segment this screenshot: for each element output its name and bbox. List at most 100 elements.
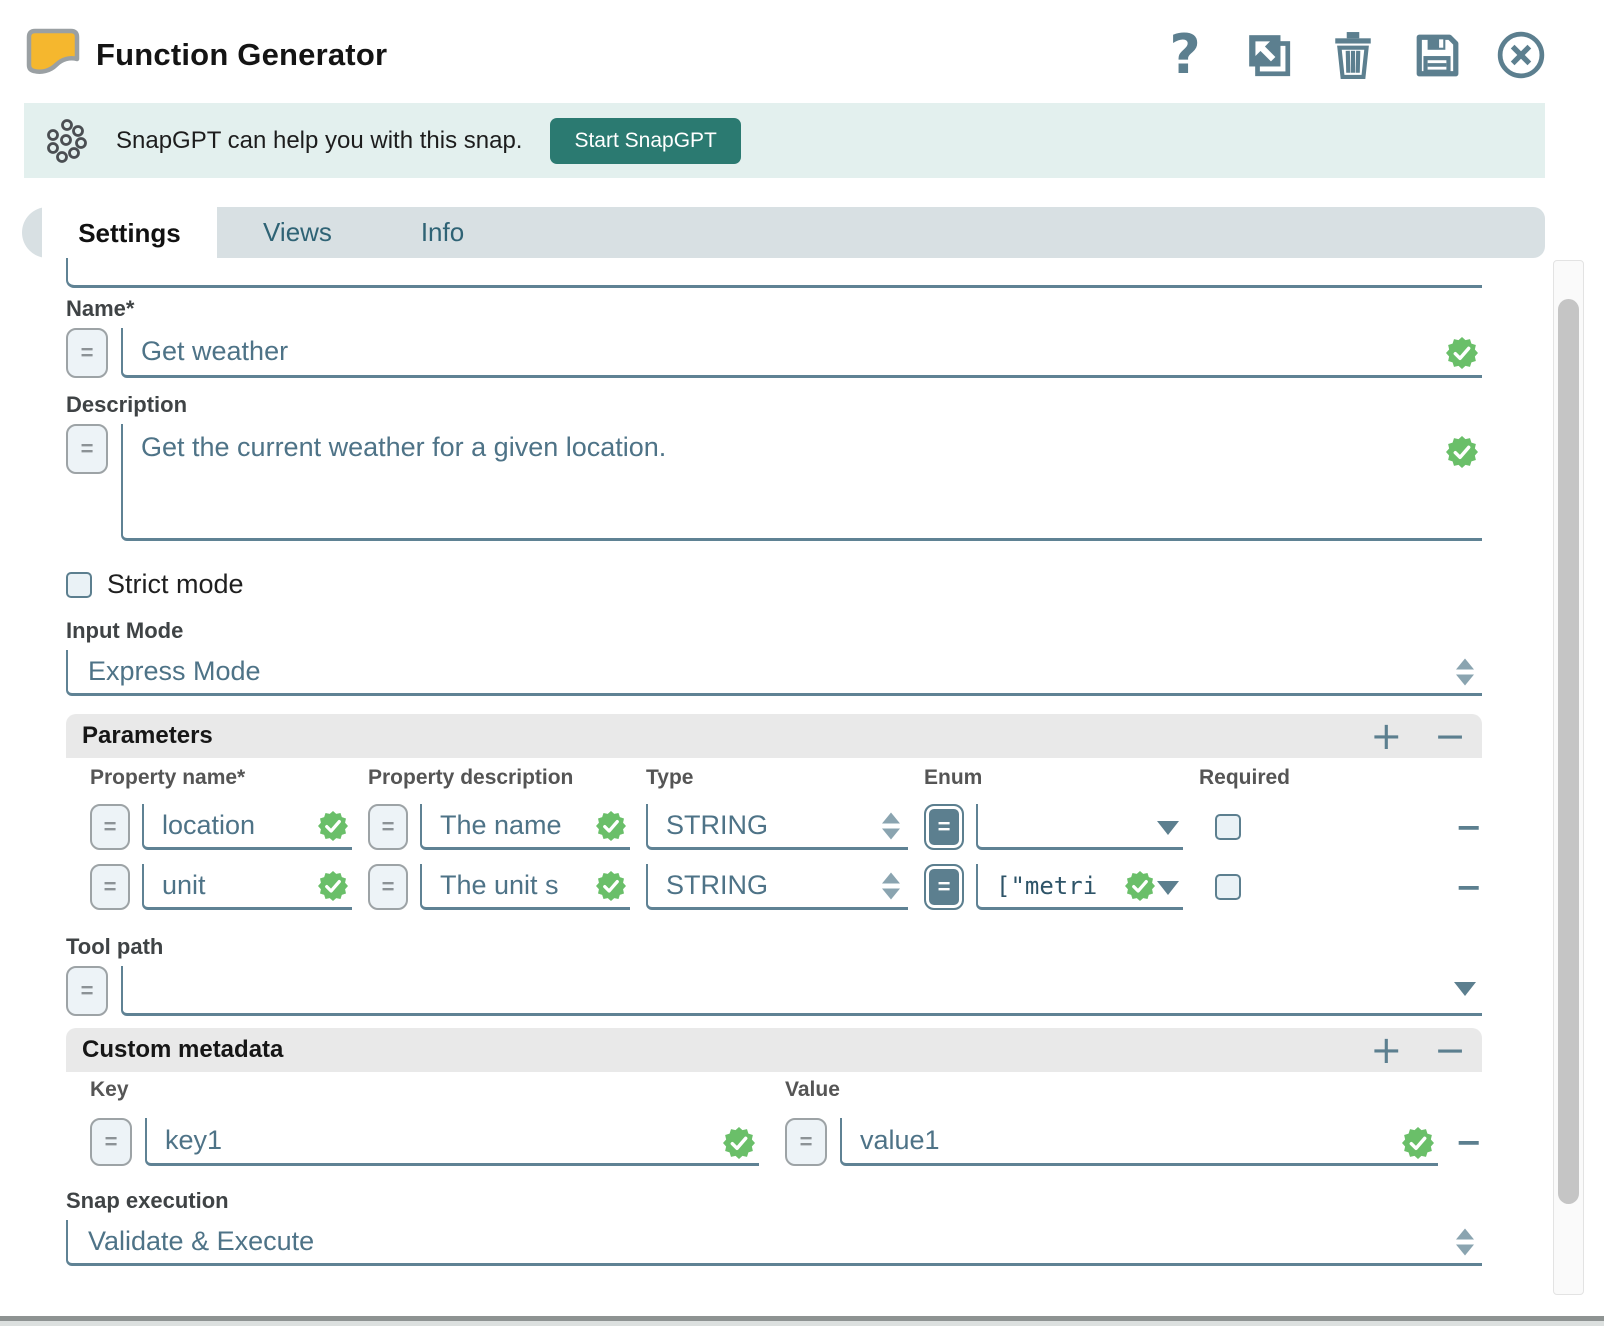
snap-execution-select[interactable]: Validate & Execute: [66, 1220, 1482, 1266]
custom-metadata-title: Custom metadata: [82, 1036, 283, 1064]
snap-icon: [24, 26, 82, 84]
param2-desc-input[interactable]: The unit s: [420, 864, 630, 910]
param2-required-checkbox[interactable]: [1215, 874, 1241, 900]
param2-delete-row-icon[interactable]: −: [1455, 871, 1482, 903]
tab-settings[interactable]: Settings: [42, 207, 217, 260]
metadata-value-expression-toggle[interactable]: =: [785, 1118, 827, 1166]
param2-desc-expression-toggle[interactable]: =: [368, 864, 408, 910]
scrollbar-thumb[interactable]: [1558, 299, 1579, 1204]
settings-form: Name* = Get weather Description = Get th…: [66, 258, 1482, 1266]
select-spinner-icon: [882, 812, 900, 839]
parameters-section-header: Parameters + −: [66, 714, 1482, 758]
param2-name-expression-toggle[interactable]: =: [90, 864, 130, 910]
param2-type-select[interactable]: STRING: [646, 864, 908, 910]
description-row: = Get the current weather for a given lo…: [66, 424, 1482, 541]
col-key: Key: [90, 1078, 759, 1102]
custom-metadata-section-header: Custom metadata + −: [66, 1028, 1482, 1072]
metadata-delete-row-icon[interactable]: −: [1455, 1126, 1482, 1158]
tool-path-label: Tool path: [66, 934, 1482, 960]
param1-name-input[interactable]: location: [142, 804, 352, 850]
parameters-column-headers: Property name* Property description Type…: [66, 766, 1482, 790]
parameters-add-icon[interactable]: +: [1370, 717, 1402, 755]
parameter-row: = unit = The unit s STRING: [66, 864, 1482, 910]
custom-metadata-add-icon[interactable]: +: [1370, 1031, 1402, 1069]
col-property-description: Property description: [368, 766, 646, 790]
name-valid-icon: [1446, 337, 1478, 369]
dialog-title: Function Generator: [96, 37, 387, 73]
close-icon[interactable]: [1497, 31, 1545, 79]
custom-metadata-column-headers: Key Value: [66, 1078, 1482, 1102]
name-label: Name*: [66, 296, 1482, 322]
description-valid-icon: [1446, 436, 1478, 468]
description-input[interactable]: Get the current weather for a given loca…: [121, 424, 1482, 541]
parameters-remove-icon[interactable]: −: [1434, 717, 1466, 755]
parameter-row: = location = The name STRING: [66, 804, 1482, 850]
select-spinner-icon: [882, 872, 900, 899]
start-snapgpt-button[interactable]: Start SnapGPT: [550, 118, 740, 164]
col-enum: Enum: [924, 766, 1199, 790]
save-icon[interactable]: [1413, 31, 1461, 79]
tool-path-input[interactable]: [121, 966, 1482, 1016]
dropdown-arrow-icon: [1454, 982, 1476, 996]
param2-enum-expression-toggle[interactable]: =: [924, 864, 964, 910]
help-icon[interactable]: ?: [1161, 31, 1209, 79]
custom-metadata-row: = key1 = value1 −: [66, 1118, 1482, 1166]
valid-icon: [1125, 871, 1155, 901]
col-type: Type: [646, 766, 924, 790]
param1-desc-input[interactable]: The name: [420, 804, 630, 850]
tab-info[interactable]: Info: [390, 207, 495, 258]
snapgpt-banner: SnapGPT can help you with this snap. Sta…: [24, 103, 1545, 178]
description-label: Description: [66, 392, 1482, 418]
dropdown-arrow-icon: [1157, 821, 1179, 835]
select-spinner-icon: [1456, 658, 1474, 685]
valid-icon: [318, 811, 348, 841]
valid-icon: [596, 811, 626, 841]
tab-bar: Settings Views Info: [22, 207, 1545, 258]
vertical-scrollbar[interactable]: [1553, 260, 1584, 1295]
name-expression-toggle[interactable]: =: [66, 328, 108, 378]
input-mode-select[interactable]: Express Mode: [66, 650, 1482, 696]
param2-name-input[interactable]: unit: [142, 864, 352, 910]
select-spinner-icon: [1456, 1228, 1474, 1255]
dialog-header: Function Generator ?: [0, 0, 1604, 95]
param1-delete-row-icon[interactable]: −: [1455, 811, 1482, 843]
metadata-key-input[interactable]: key1: [145, 1118, 759, 1166]
param1-name-expression-toggle[interactable]: =: [90, 804, 130, 850]
custom-metadata-remove-icon[interactable]: −: [1434, 1031, 1466, 1069]
window-bottom-edge: [0, 1316, 1604, 1326]
description-expression-toggle[interactable]: =: [66, 424, 108, 474]
snap-settings-dialog: Function Generator ?: [0, 0, 1604, 1326]
parameters-title: Parameters: [82, 722, 213, 750]
col-value: Value: [785, 1078, 1438, 1102]
tool-path-expression-toggle[interactable]: =: [66, 966, 108, 1016]
param1-enum-expression-toggle[interactable]: =: [924, 804, 964, 850]
metadata-value-input[interactable]: value1: [840, 1118, 1438, 1166]
dropdown-arrow-icon: [1157, 881, 1179, 895]
name-input[interactable]: Get weather: [121, 328, 1482, 378]
tab-views[interactable]: Views: [235, 207, 360, 258]
valid-icon: [318, 871, 348, 901]
name-row: = Get weather: [66, 328, 1482, 378]
popout-icon[interactable]: [1245, 31, 1293, 79]
strict-mode-row: Strict mode: [66, 569, 1482, 600]
delete-icon[interactable]: [1329, 31, 1377, 79]
param1-enum-input[interactable]: [976, 804, 1183, 850]
snapgpt-icon: [44, 117, 90, 165]
col-required: Required: [1199, 766, 1319, 790]
valid-icon: [1402, 1127, 1434, 1159]
snap-execution-label: Snap execution: [66, 1188, 1482, 1214]
strict-mode-label: Strict mode: [107, 569, 244, 600]
header-actions: ?: [1161, 31, 1545, 79]
metadata-key-expression-toggle[interactable]: =: [90, 1118, 132, 1166]
valid-icon: [596, 871, 626, 901]
scrolled-field-bottom: [66, 258, 1482, 288]
input-mode-label: Input Mode: [66, 618, 1482, 644]
strict-mode-checkbox[interactable]: [66, 572, 92, 598]
param1-type-select[interactable]: STRING: [646, 804, 908, 850]
col-property-name: Property name*: [90, 766, 368, 790]
valid-icon: [723, 1127, 755, 1159]
param1-desc-expression-toggle[interactable]: =: [368, 804, 408, 850]
snapgpt-message: SnapGPT can help you with this snap.: [116, 127, 522, 155]
param1-required-checkbox[interactable]: [1215, 814, 1241, 840]
param2-enum-input[interactable]: ["metri: [976, 864, 1183, 910]
